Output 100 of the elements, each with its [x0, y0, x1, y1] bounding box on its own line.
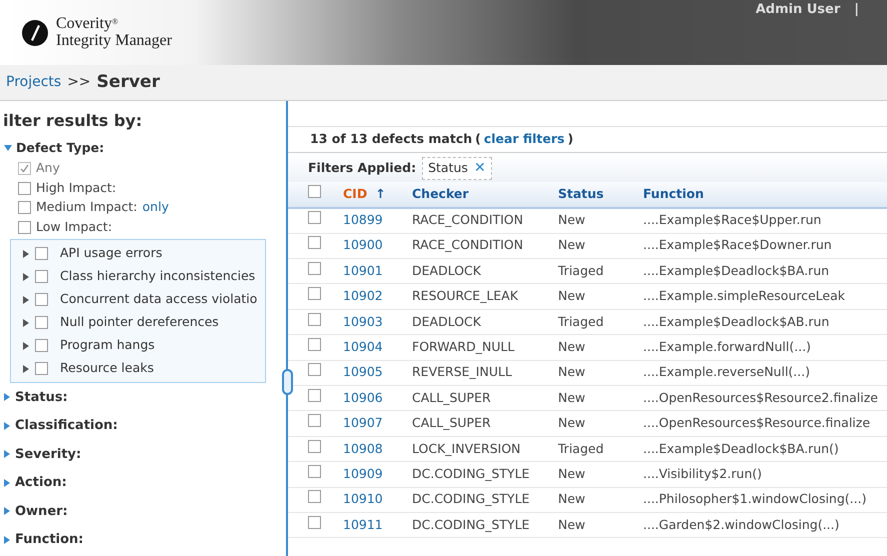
checkbox[interactable] — [35, 339, 48, 352]
category-label: Program hangs — [60, 336, 155, 354]
checker-cell: LOCK_INVERSION — [412, 440, 521, 456]
breadcrumb-separator: >> — [67, 73, 91, 92]
checkbox[interactable] — [308, 490, 321, 504]
checkbox[interactable] — [35, 270, 48, 283]
checkbox[interactable] — [308, 440, 321, 453]
status-cell: New — [558, 466, 586, 481]
category-label: Resource leaks — [60, 359, 154, 378]
cid-link[interactable]: 10902 — [343, 288, 383, 304]
checker-cell: RESOURCE_LEAK — [412, 288, 518, 304]
checkbox[interactable] — [35, 316, 48, 329]
sort-icon[interactable]: ↑ — [375, 186, 386, 201]
cid-link[interactable]: 10909 — [343, 466, 383, 481]
cid-link[interactable]: 10900 — [343, 237, 383, 252]
checkbox[interactable] — [35, 362, 48, 375]
checkbox[interactable] — [308, 363, 321, 376]
column-header[interactable]: Function — [643, 186, 704, 201]
checkbox[interactable] — [308, 516, 321, 529]
expander-icon[interactable] — [4, 536, 10, 544]
function-cell: ....Example.reverseNull(...) — [643, 364, 810, 380]
checkbox[interactable] — [308, 414, 321, 428]
expander-icon[interactable] — [23, 272, 29, 280]
checker-cell: DEADLOCK — [412, 262, 481, 278]
status-cell: New — [558, 415, 586, 430]
cid-link[interactable]: 10903 — [343, 314, 383, 329]
status-cell: New — [558, 339, 586, 354]
cid-link[interactable]: 10901 — [343, 262, 383, 278]
expander-icon[interactable] — [23, 296, 29, 304]
status-cell: New — [558, 491, 586, 506]
cid-link[interactable]: 10911 — [343, 516, 383, 532]
checker-cell: DC.CODING_STYLE — [412, 491, 530, 506]
checkbox[interactable] — [308, 287, 321, 300]
checkbox[interactable] — [18, 220, 31, 234]
paren: ) — [568, 130, 574, 148]
splitter-handle[interactable] — [282, 369, 293, 395]
category-label: Concurrent data access violatio — [60, 290, 258, 308]
checker-cell: CALL_SUPER — [412, 390, 491, 405]
column-header[interactable]: CID — [343, 186, 368, 201]
expander-icon[interactable] — [4, 450, 10, 458]
option-label: Low Impact: — [36, 218, 112, 236]
checkbox[interactable] — [308, 211, 321, 224]
section-label: Defect Type: — [16, 138, 104, 157]
function-cell: ....Example$Deadlock$BA.run() — [643, 440, 839, 456]
expander-icon[interactable] — [4, 422, 10, 430]
function-cell: ....Example$Deadlock$AB.run — [643, 314, 830, 329]
filter-name: Status — [428, 159, 468, 177]
function-cell: ....OpenResources$Resource2.finalize — [643, 390, 878, 405]
cid-link[interactable]: 10908 — [343, 440, 383, 456]
expander-icon[interactable] — [4, 507, 10, 516]
only-link[interactable]: only — [142, 198, 169, 218]
checkbox[interactable] — [308, 184, 321, 198]
expander-icon[interactable] — [4, 478, 10, 487]
checkbox[interactable] — [18, 201, 31, 214]
expander-icon[interactable] — [23, 342, 29, 350]
status-cell: Triaged — [558, 314, 604, 329]
breadcrumb-link[interactable]: Projects — [6, 72, 62, 93]
user-name[interactable]: Admin User — [756, 0, 840, 20]
cid-link[interactable]: 10907 — [343, 415, 383, 430]
checkbox[interactable] — [308, 464, 321, 478]
status-cell: New — [558, 212, 586, 228]
function-cell: ....Example$Race$Upper.run — [643, 212, 822, 228]
expander-icon[interactable] — [23, 318, 29, 326]
expander-icon[interactable] — [23, 364, 29, 372]
checkbox[interactable] — [308, 262, 321, 275]
cid-link[interactable]: 10899 — [343, 212, 383, 228]
cid-link[interactable]: 10904 — [343, 339, 383, 354]
logo-icon — [22, 20, 48, 46]
cid-link[interactable]: 10905 — [343, 364, 383, 380]
cid-link[interactable]: 10906 — [343, 390, 383, 405]
expander-icon[interactable] — [4, 145, 12, 151]
function-cell: ....OpenResources$Resource.finalize — [643, 415, 870, 430]
match-summary: 13 of 13 defects match — [310, 130, 472, 148]
category-label: Null pointer dereferences — [60, 313, 219, 332]
checkbox[interactable] — [308, 236, 321, 250]
logo-text: Coverity$^{®}$ Integrity Manager — [56, 16, 172, 50]
category-label: Class hierarchy inconsistencies — [60, 267, 256, 286]
status-cell: New — [558, 288, 586, 304]
separator: | — [854, 1, 859, 19]
status-cell: New — [558, 516, 586, 532]
section-label: Classification: — [15, 417, 118, 435]
checkbox[interactable] — [308, 312, 321, 326]
clear-filters-link[interactable]: clear filters — [484, 130, 565, 149]
checker-cell: RACE_CONDITION — [412, 237, 524, 252]
cid-link[interactable]: 10910 — [343, 491, 383, 506]
checker-cell: DEADLOCK — [412, 314, 481, 329]
checkbox[interactable] — [308, 338, 321, 352]
filter-title: ilter results by: — [3, 110, 144, 132]
expander-icon[interactable] — [4, 393, 10, 402]
remove-icon[interactable]: ✕ — [474, 161, 486, 176]
function-cell: ....Philosopher$1.windowClosing(...) — [643, 491, 866, 506]
checkbox[interactable] — [308, 388, 321, 402]
option-label: Any — [36, 159, 60, 178]
checkbox[interactable] — [18, 182, 31, 195]
checkbox[interactable] — [35, 293, 48, 306]
section-label: Action: — [15, 474, 67, 492]
expander-icon[interactable] — [23, 250, 29, 258]
status-cell: New — [558, 237, 586, 252]
function-cell: ....Example.simpleResourceLeak — [643, 288, 846, 304]
checkbox[interactable] — [35, 247, 48, 260]
